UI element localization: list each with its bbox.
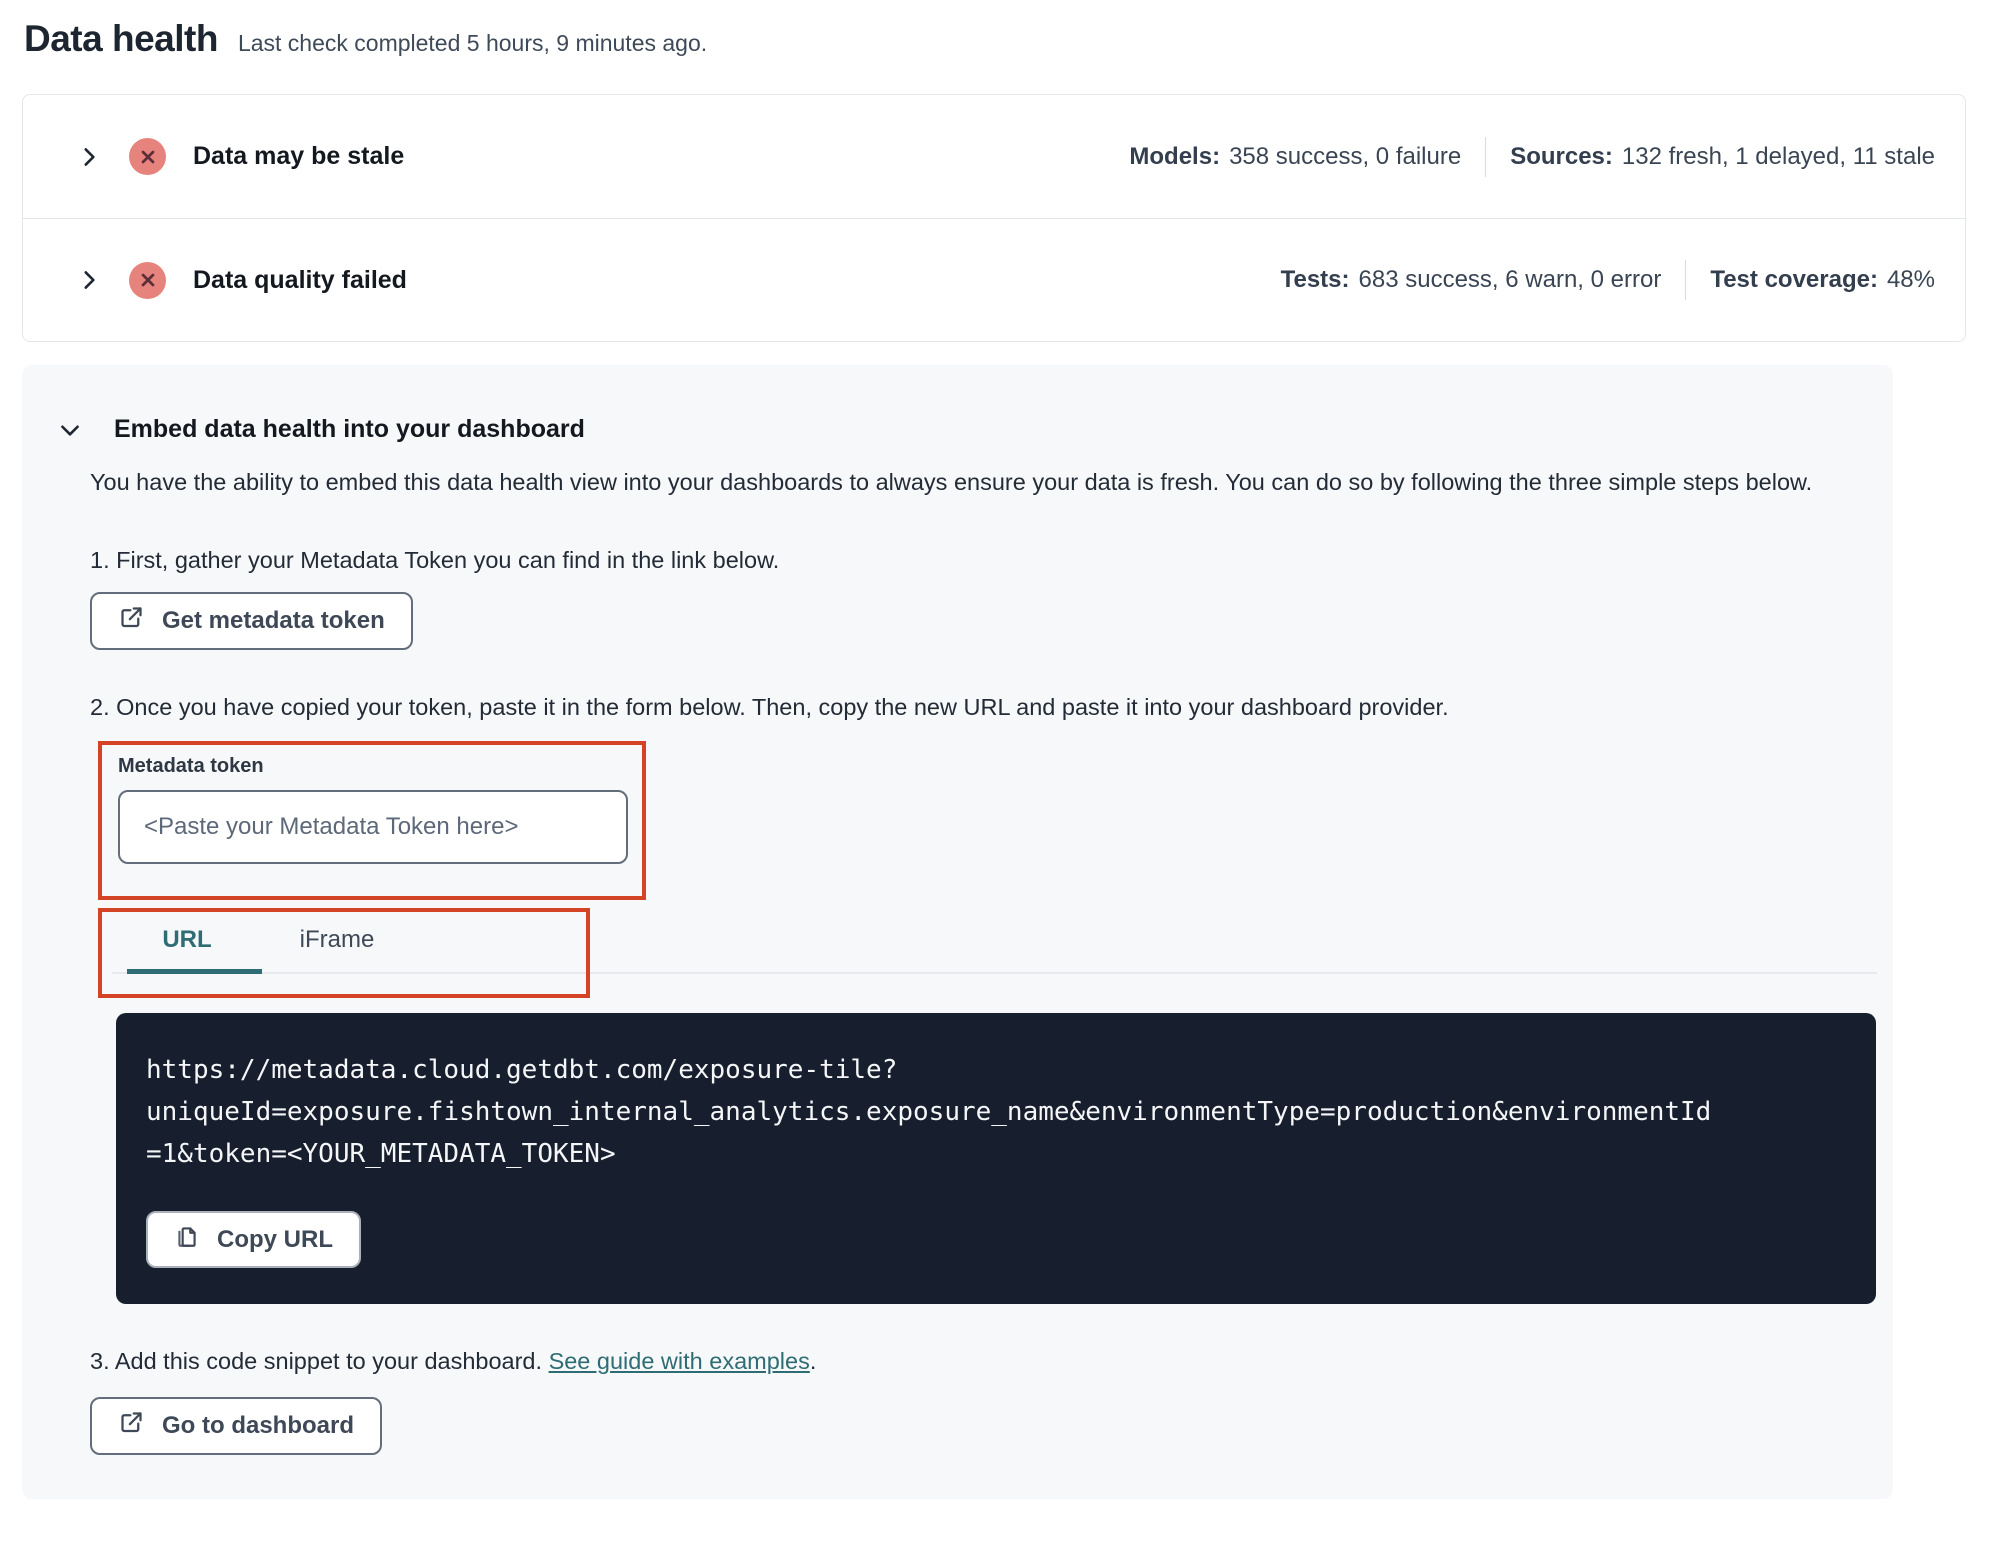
embed-section-content: You have the ability to embed this data … bbox=[90, 462, 1877, 1455]
chevron-right-icon[interactable] bbox=[75, 143, 103, 171]
step-1-text: 1. First, gather your Metadata Token you… bbox=[90, 547, 780, 573]
go-to-dashboard-button[interactable]: Go to dashboard bbox=[90, 1397, 382, 1455]
embed-url-line: uniqueId=exposure.fishtown_internal_anal… bbox=[146, 1097, 1712, 1127]
metadata-token-label: Metadata token bbox=[118, 755, 264, 777]
status-row-stats: Tests: 683 success, 6 warn, 0 error Test … bbox=[1281, 260, 1935, 300]
last-check-status: Last check completed 5 hours, 9 minutes … bbox=[237, 30, 708, 56]
test-coverage-stat: Test coverage: 48% bbox=[1710, 266, 1935, 293]
external-link-icon bbox=[118, 604, 145, 638]
status-row-stale[interactable]: Data may be stale Models: 358 success, 0 … bbox=[23, 95, 1965, 218]
tab-url[interactable]: URL bbox=[112, 918, 262, 974]
embed-section-header[interactable]: Embed data health into your dashboard bbox=[56, 415, 1853, 444]
step-2-text: 2. Once you have copied your token, past… bbox=[90, 694, 1449, 720]
status-card: Data may be stale Models: 358 success, 0 … bbox=[22, 94, 1966, 342]
get-metadata-token-button[interactable]: Get metadata token bbox=[90, 592, 413, 650]
status-row-title: Data quality failed bbox=[193, 265, 407, 294]
tab-bar: URL iFrame bbox=[112, 908, 1877, 974]
tab-iframe[interactable]: iFrame bbox=[262, 918, 412, 972]
chevron-down-icon[interactable] bbox=[56, 416, 84, 444]
error-status-icon bbox=[129, 261, 166, 299]
status-row-title: Data may be stale bbox=[193, 142, 405, 170]
external-link-icon bbox=[118, 1409, 145, 1443]
sources-stat: Sources: 132 fresh, 1 delayed, 11 stale bbox=[1510, 142, 1935, 170]
embed-section-title: Embed data health into your dashboard bbox=[114, 415, 585, 443]
embed-url-line: =1&token=<YOUR_METADATA_TOKEN> bbox=[146, 1139, 616, 1169]
stat-divider bbox=[1685, 260, 1687, 300]
copy-url-button[interactable]: Copy URL bbox=[146, 1211, 361, 1268]
annotation-box-token: Metadata token bbox=[98, 741, 646, 900]
data-health-page: Data health Last check completed 5 hours… bbox=[0, 0, 1990, 1499]
step-3-period: . bbox=[809, 1348, 817, 1374]
embed-description: You have the ability to embed this data … bbox=[90, 469, 1813, 495]
tests-stat: Tests: 683 success, 6 warn, 0 error bbox=[1280, 266, 1662, 293]
go-to-dashboard-label: Go to dashboard bbox=[162, 1412, 354, 1439]
error-status-icon bbox=[129, 138, 166, 175]
embed-section: Embed data health into your dashboard Yo… bbox=[22, 365, 1893, 1499]
embed-url-line: https://metadata.cloud.getdbt.com/exposu… bbox=[146, 1055, 898, 1085]
embed-url-code-block: https://metadata.cloud.getdbt.com/exposu… bbox=[116, 1013, 1876, 1304]
status-row-stats: Models: 358 success, 0 failure Sources: 13… bbox=[1129, 136, 1935, 177]
chevron-right-icon[interactable] bbox=[75, 266, 103, 294]
status-row-quality[interactable]: Data quality failed Tests: 683 success, 6… bbox=[23, 218, 1965, 341]
copy-icon bbox=[174, 1223, 200, 1256]
embed-format-tabs: URL iFrame bbox=[90, 908, 1877, 998]
metadata-token-input[interactable] bbox=[118, 790, 628, 864]
get-metadata-token-label: Get metadata token bbox=[162, 607, 385, 634]
models-stat: Models: 358 success, 0 failure bbox=[1129, 142, 1462, 170]
page-header: Data health Last check completed 5 hours… bbox=[24, 18, 1966, 60]
step-3-text: 3. Add this code snippet to your dashboa… bbox=[90, 1348, 1853, 1375]
stat-divider bbox=[1485, 136, 1487, 177]
copy-url-label: Copy URL bbox=[217, 1225, 333, 1253]
see-guide-link[interactable]: See guide with examples bbox=[549, 1348, 810, 1374]
step-3-prefix: 3. Add this code snippet to your dashboa… bbox=[90, 1348, 549, 1374]
page-title: Data health bbox=[24, 18, 218, 59]
